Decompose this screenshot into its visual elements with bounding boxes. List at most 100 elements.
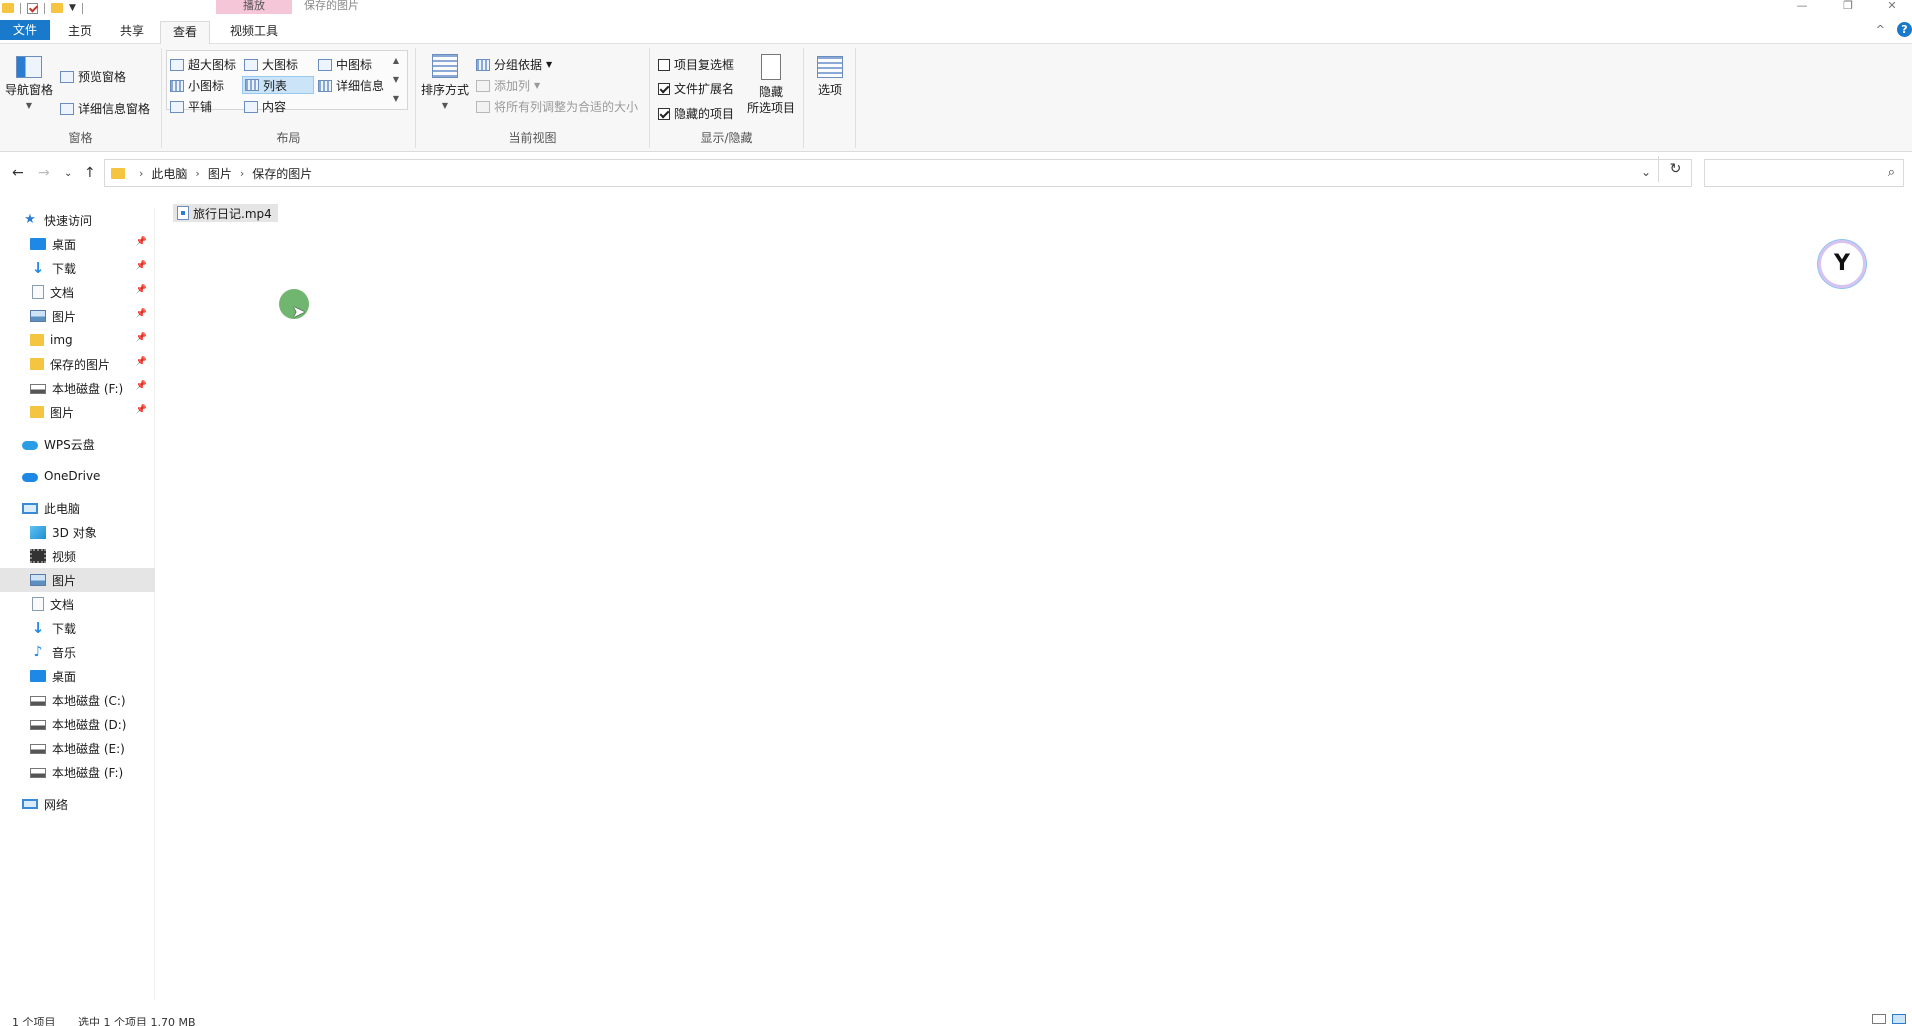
sidebar-item-desktop[interactable]: 桌面 📌: [0, 232, 155, 256]
sidebar-item-wps-cloud[interactable]: WPS云盘: [0, 432, 155, 456]
sidebar-item-videos[interactable]: 视频: [0, 544, 155, 568]
recent-locations-icon[interactable]: ⌄: [64, 168, 72, 179]
sidebar-item-music[interactable]: ♪ 音乐: [0, 640, 155, 664]
layout-content[interactable]: 内容: [244, 98, 286, 115]
address-bar[interactable]: › 此电脑 › 图片 › 保存的图片 ⌄: [104, 159, 1692, 187]
sidebar-item-quick-access[interactable]: ★ 快速访问: [0, 208, 155, 232]
nav-pane-button[interactable]: 导航窗格 ▼: [4, 56, 54, 114]
minimize-button[interactable]: —: [1782, 0, 1822, 14]
pin-icon[interactable]: 📌: [136, 333, 147, 343]
pin-icon[interactable]: 📌: [136, 357, 147, 367]
sidebar-item-downloads[interactable]: ↓ 下载 📌: [0, 256, 155, 280]
sidebar-item-3d-objects[interactable]: 3D 对象: [0, 520, 155, 544]
chevron-right-icon[interactable]: ›: [195, 167, 199, 180]
sidebar-item-pictures-folder[interactable]: 图片 📌: [0, 400, 155, 424]
details-pane-button[interactable]: 详细信息窗格: [60, 100, 150, 117]
add-column-button[interactable]: 添加列 ▼: [476, 77, 540, 94]
sidebar-item-drive-e[interactable]: 本地磁盘 (E:): [0, 736, 155, 760]
layout-small-icons[interactable]: 小图标: [170, 77, 224, 94]
content-label: 内容: [262, 100, 287, 114]
sidebar-item-drive-f[interactable]: 本地磁盘 (F:) 📌: [0, 376, 155, 400]
sidebar-item-this-pc[interactable]: 此电脑: [0, 496, 155, 520]
pin-icon[interactable]: 📌: [136, 381, 147, 391]
nav-pane-label: 导航窗格: [4, 83, 53, 97]
details-view-icon[interactable]: [1872, 1014, 1886, 1024]
preview-pane-button[interactable]: 预览窗格: [60, 68, 126, 85]
pin-icon[interactable]: 📌: [136, 309, 147, 319]
sidebar-item-network[interactable]: 网络: [0, 792, 155, 816]
pin-icon[interactable]: 📌: [136, 285, 147, 295]
chevron-right-icon[interactable]: ›: [240, 167, 244, 180]
close-button[interactable]: ✕: [1872, 0, 1912, 14]
options-button[interactable]: 选项: [810, 56, 850, 98]
divider: [81, 2, 83, 14]
restore-button[interactable]: ❐: [1828, 0, 1868, 14]
tab-file[interactable]: 文件: [0, 20, 50, 40]
properties-icon[interactable]: [27, 2, 38, 14]
layout-list[interactable]: 列表: [242, 76, 314, 94]
tab-view[interactable]: 查看: [160, 21, 210, 45]
hidden-items-checkbox[interactable]: [658, 107, 670, 120]
group-options: 选项: [804, 48, 856, 148]
pin-icon[interactable]: 📌: [136, 405, 147, 415]
item-checkboxes-checkbox[interactable]: [658, 58, 670, 71]
floating-assistant-icon[interactable]: Y: [1818, 240, 1866, 288]
sidebar-item-documents[interactable]: 文档 📌: [0, 280, 155, 304]
chevron-down-icon: ▼: [534, 81, 541, 90]
sidebar-item-pc-desktop[interactable]: 桌面: [0, 664, 155, 688]
breadcrumb-saved-pictures[interactable]: 保存的图片: [252, 165, 312, 182]
breadcrumb-pictures[interactable]: 图片: [208, 165, 232, 182]
back-icon[interactable]: ←: [12, 165, 24, 181]
address-history-icon[interactable]: ⌄: [1641, 165, 1651, 179]
sidebar-item-drive-d[interactable]: 本地磁盘 (D:): [0, 712, 155, 736]
add-column-label: 添加列: [494, 79, 531, 93]
large-icons-view-icon[interactable]: [1892, 1014, 1906, 1024]
sidebar-item-label: 保存的图片: [50, 357, 111, 372]
hidden-items-toggle[interactable]: 隐藏的项目: [658, 105, 734, 122]
layout-extra-large-icons[interactable]: 超大图标: [170, 56, 236, 73]
tab-video-tools[interactable]: 视频工具: [216, 21, 292, 44]
tab-home[interactable]: 主页: [58, 21, 102, 44]
sidebar-item-pc-pictures[interactable]: 图片: [0, 568, 155, 592]
selection-info: 选中 1 个项目 1.70 MB: [78, 1016, 196, 1026]
layout-details[interactable]: 详细信息: [318, 77, 384, 94]
file-item[interactable]: 旅行日记.mp4: [173, 204, 278, 222]
customize-toolbar-icon[interactable]: ▼: [69, 3, 76, 13]
sidebar-item-label: 图片: [52, 573, 77, 588]
collapse-ribbon-icon[interactable]: ^: [1876, 23, 1885, 36]
search-icon[interactable]: ⌕: [1888, 165, 1895, 180]
file-extensions-toggle[interactable]: 文件扩展名: [658, 80, 734, 97]
sidebar-item-pc-downloads[interactable]: ↓ 下载: [0, 616, 155, 640]
pin-icon[interactable]: 📌: [136, 261, 147, 271]
up-icon[interactable]: ↑: [84, 165, 96, 181]
forward-icon[interactable]: →: [38, 165, 50, 181]
sidebar-item-img[interactable]: img 📌: [0, 328, 155, 352]
help-icon[interactable]: ?: [1897, 22, 1912, 37]
new-folder-icon[interactable]: [51, 3, 63, 13]
pin-icon[interactable]: 📌: [136, 237, 147, 247]
group-by-button[interactable]: 分组依据 ▼: [476, 56, 552, 73]
hide-selected-button[interactable]: 隐藏 所选项目: [744, 54, 798, 116]
refresh-icon[interactable]: ↻: [1658, 156, 1692, 182]
file-extensions-checkbox[interactable]: [658, 82, 670, 95]
item-checkboxes-toggle[interactable]: 项目复选框: [658, 56, 734, 73]
fit-columns-button[interactable]: 将所有列调整为合适的大小: [476, 98, 638, 115]
layout-tiles[interactable]: 平铺: [170, 98, 212, 115]
chevron-right-icon[interactable]: ›: [139, 167, 143, 180]
tab-share[interactable]: 共享: [110, 21, 154, 44]
sidebar-item-saved-pictures[interactable]: 保存的图片 📌: [0, 352, 155, 376]
ribbon: 导航窗格 ▼ 预览窗格 详细信息窗格 窗格 超大图标 大图标 中图标 小图标 列…: [0, 44, 1912, 152]
layout-large-icons[interactable]: 大图标: [244, 56, 298, 73]
sidebar-item-pictures[interactable]: 图片 📌: [0, 304, 155, 328]
sidebar-item-onedrive[interactable]: OneDrive: [0, 464, 155, 488]
sort-by-button[interactable]: 排序方式 ▼: [420, 54, 470, 114]
sidebar-item-pc-documents[interactable]: 文档: [0, 592, 155, 616]
sidebar-item-pc-drive-f[interactable]: 本地磁盘 (F:): [0, 760, 155, 784]
search-input[interactable]: ⌕: [1704, 159, 1904, 187]
context-tab-play[interactable]: 播放: [216, 0, 292, 14]
sidebar-item-drive-c[interactable]: 本地磁盘 (C:): [0, 688, 155, 712]
navigation-pane: ★ 快速访问 桌面 📌 ↓ 下载 📌 文档 📌 图片 📌 img 📌 保存的图片…: [0, 208, 155, 1000]
breadcrumb-this-pc[interactable]: 此电脑: [151, 165, 187, 182]
layout-medium-icons[interactable]: 中图标: [318, 56, 372, 73]
layout-gallery-scroll[interactable]: ▲ ▼ ▼: [388, 51, 404, 109]
